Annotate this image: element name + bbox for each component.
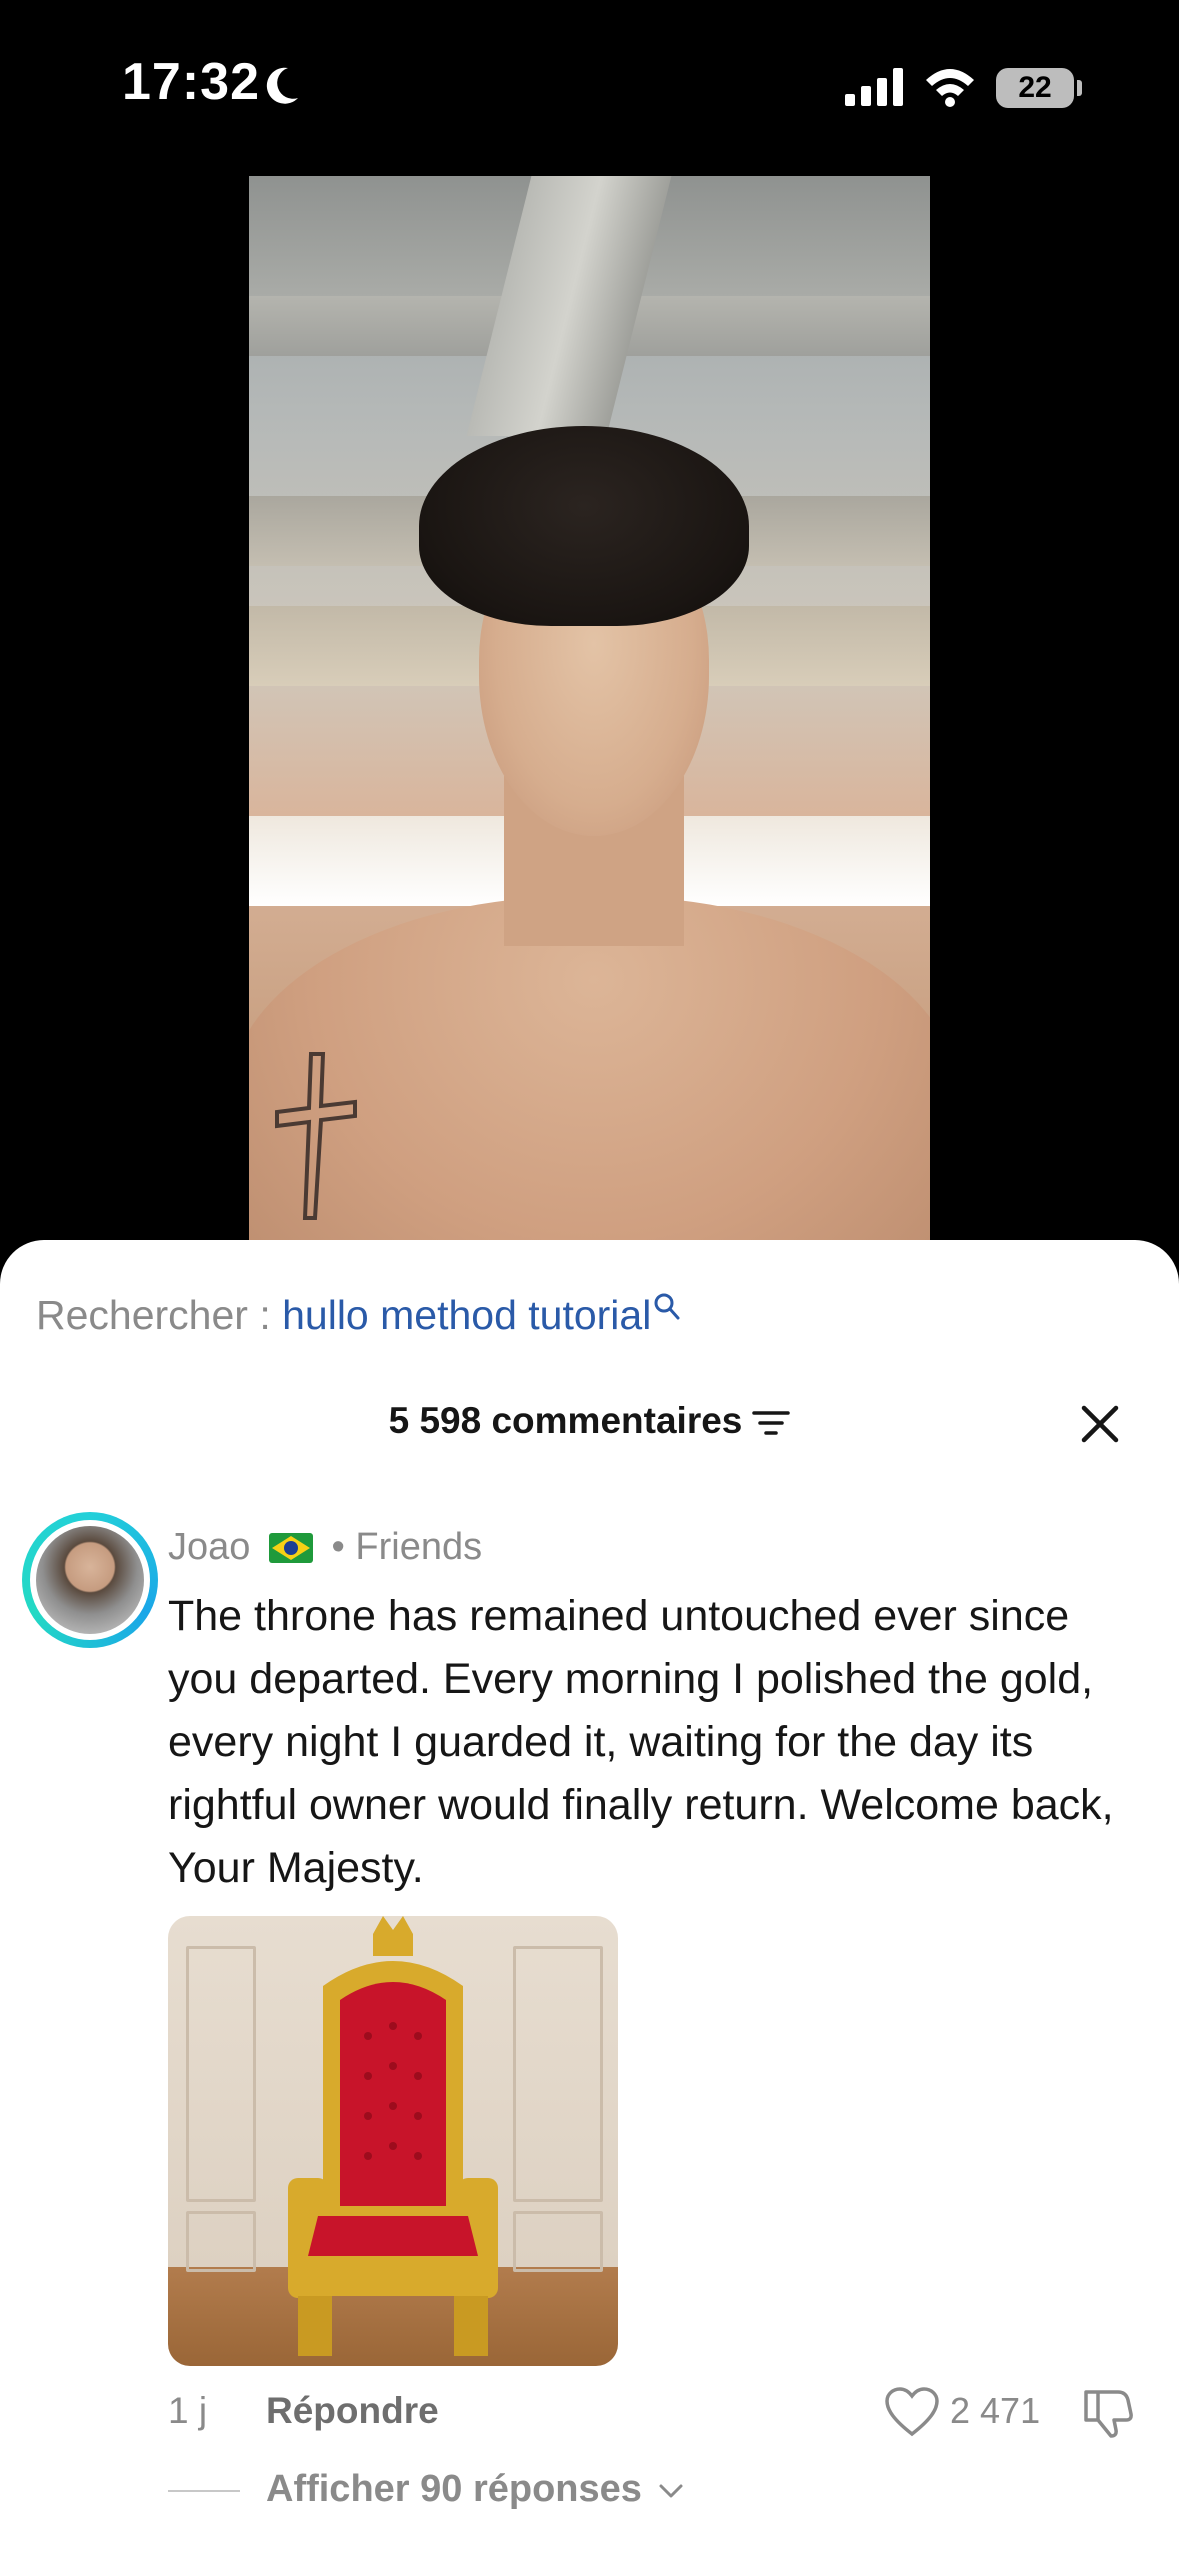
brazil-flag-icon [268, 1533, 313, 1563]
comments-count-header: 5 598 commentaires [0, 1400, 1179, 1442]
comment-actions: 1 j Répondre 2 471 [168, 2387, 1158, 2450]
search-query-link[interactable]: hullo method tutorial [282, 1292, 651, 1338]
comment-relation: Friends [355, 1526, 483, 1568]
search-prefix: Rechercher : [36, 1292, 283, 1338]
search-suggestion[interactable]: Rechercher : hullo method tutorial [36, 1292, 681, 1339]
heart-icon[interactable] [884, 2386, 940, 2438]
comment-meta: Joao • Friends [168, 1526, 482, 1569]
moon-icon [266, 67, 298, 104]
comments-count-label: 5 598 commentaires [388, 1400, 743, 1441]
throne-icon [288, 1916, 498, 2356]
battery-icon: 22 [996, 68, 1074, 108]
status-bar: 17:32 22 [0, 0, 1179, 175]
thumbs-down-icon[interactable] [1080, 2384, 1136, 2440]
replies-divider [168, 2489, 240, 2492]
wifi-icon [926, 69, 974, 107]
view-replies-button[interactable]: Afficher 90 réponses [168, 2468, 684, 2511]
search-icon [654, 1293, 680, 1320]
comment-text: The throne has remained untouched ever s… [168, 1592, 1114, 1892]
close-icon[interactable] [1078, 1402, 1122, 1446]
meta-separator: • [320, 1526, 356, 1568]
comments-sheet: Rechercher : hullo method tutorial 5 598… [0, 1240, 1179, 2556]
hair [419, 426, 749, 626]
avatar[interactable] [36, 1526, 144, 1634]
signal-icon [845, 68, 903, 106]
like-count: 2 471 [950, 2390, 1041, 2431]
comment-author[interactable]: Joao [168, 1526, 250, 1568]
battery-nub [1077, 80, 1082, 96]
cross-tattoo [275, 1052, 357, 1220]
chevron-down-icon [659, 2484, 683, 2498]
status-time: 17:32 [122, 53, 260, 111]
reply-button[interactable]: Répondre [266, 2390, 439, 2432]
throne-image[interactable] [168, 1916, 618, 2366]
filter-icon[interactable] [752, 1408, 791, 1438]
video-preview[interactable] [249, 176, 930, 1240]
view-replies-label: Afficher 90 réponses [266, 2468, 642, 2510]
comment-age: 1 j [168, 2390, 208, 2431]
